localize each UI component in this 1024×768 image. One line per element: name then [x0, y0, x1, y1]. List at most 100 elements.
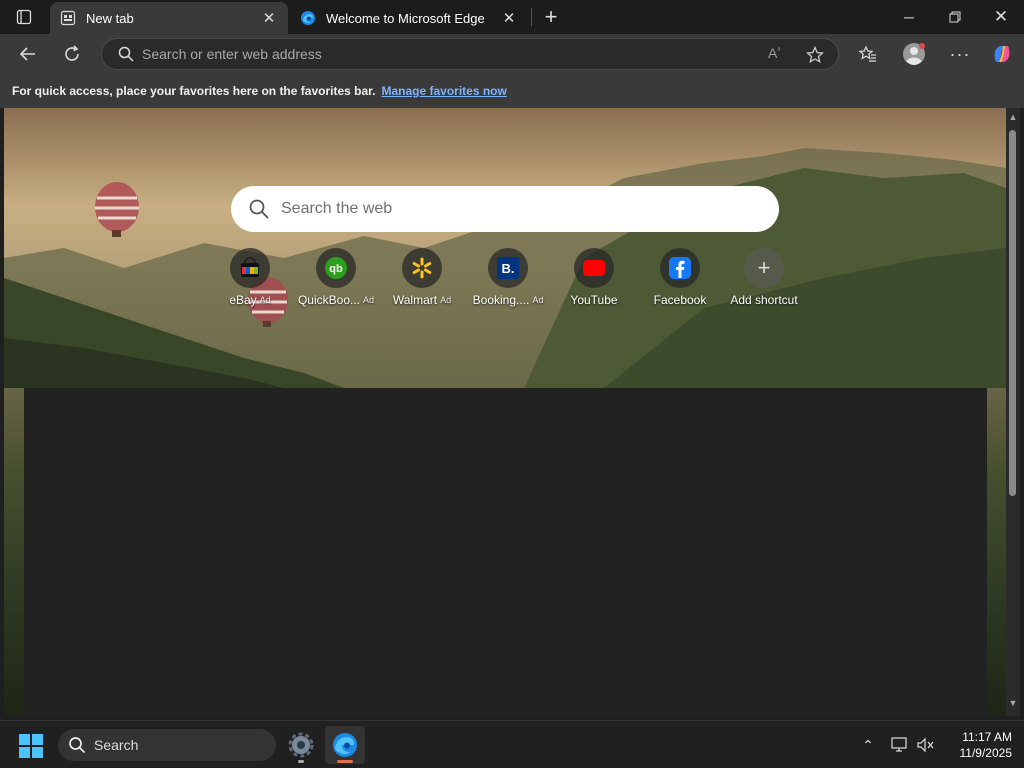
walmart-icon [402, 248, 442, 288]
refresh-button[interactable] [56, 39, 88, 69]
shortcut-label: Facebook [653, 293, 707, 307]
close-icon: ✕ [993, 7, 1009, 26]
scroll-thumb[interactable] [1009, 130, 1016, 496]
minimize-button[interactable]: ─ [886, 0, 932, 34]
taskbar-app-settings[interactable] [281, 726, 321, 764]
chevron-up-icon: ⌃ [862, 736, 874, 753]
favorites-button[interactable] [852, 39, 884, 69]
favorites-bar: For quick access, place your favorites h… [0, 74, 1024, 108]
content-feed [24, 388, 987, 716]
copilot-icon [994, 45, 1010, 63]
gear-icon [288, 732, 314, 758]
windows-logo-icon [19, 734, 43, 758]
shortcut-ebay[interactable]: eBay Ad [208, 248, 292, 308]
shortcut-label: QuickBoo... [297, 293, 360, 307]
search-icon [69, 737, 86, 754]
web-search-box[interactable] [231, 186, 779, 232]
youtube-icon [574, 248, 614, 288]
edge-icon [333, 733, 357, 757]
taskbar: Search ⌃ 11:17 AM 11/9/2025 [0, 720, 1024, 768]
volume-button[interactable] [916, 735, 936, 755]
favorite-star-icon[interactable] [806, 46, 824, 64]
restore-button[interactable] [932, 0, 978, 34]
close-icon[interactable]: ✕ [260, 9, 278, 27]
tab-actions-icon [16, 9, 32, 25]
shortcut-label: Booking.... [472, 293, 530, 307]
shortcut-label: eBay [229, 293, 257, 307]
shortcut-label: Walmart [392, 293, 438, 307]
back-arrow-icon [19, 47, 35, 61]
show-hidden-icons-button[interactable]: ⌃ [858, 735, 878, 755]
tab-new-tab[interactable]: New tab ✕ [50, 2, 288, 34]
taskbar-clock[interactable]: 11:17 AM 11/9/2025 [940, 729, 1013, 761]
restore-icon [949, 11, 961, 23]
taskbar-search[interactable]: Search [58, 729, 276, 761]
browser-window: New tab ✕ Welcome to Microsoft Edge ✕ + … [0, 0, 1024, 768]
volume-muted-icon [917, 737, 934, 753]
scroll-up-icon[interactable]: ▲ [1008, 112, 1018, 122]
refresh-icon [65, 45, 79, 61]
plus-icon: + [544, 4, 558, 29]
svg-text:qb: qb [329, 263, 343, 275]
ad-badge: Ad [363, 295, 375, 305]
taskbar-app-edge[interactable] [325, 726, 365, 764]
clock-time: 11:17 AM [962, 730, 1012, 744]
start-button[interactable] [18, 733, 44, 759]
shortcut-label: Add shortcut [730, 293, 798, 307]
ad-badge: Ad [440, 295, 452, 305]
network-status-button[interactable] [890, 735, 910, 755]
tab-title: New tab [86, 10, 134, 26]
shortcut-booking[interactable]: B. Booking.... Ad [466, 248, 550, 308]
tab-title: Welcome to Microsoft Edge [326, 10, 485, 26]
svg-text:B.: B. [502, 261, 515, 276]
clock-date: 11/9/2025 [959, 746, 1013, 760]
tab-bar: New tab ✕ Welcome to Microsoft Edge ✕ + … [0, 0, 1024, 34]
address-input[interactable] [142, 46, 742, 62]
profile-button[interactable] [898, 39, 930, 69]
more-options-icon: ··· [949, 43, 971, 64]
edge-icon [301, 11, 315, 25]
quickbooks-icon: qb [316, 248, 356, 288]
tab-actions-button[interactable] [0, 0, 48, 34]
back-button[interactable] [12, 39, 44, 69]
new-tab-button[interactable]: + [538, 4, 564, 30]
shortcut-facebook[interactable]: Facebook [638, 248, 722, 308]
avatar-icon [903, 43, 925, 65]
shortcut-label: YouTube [570, 293, 618, 307]
favorites-icon [859, 45, 876, 62]
network-icon [891, 737, 907, 752]
toolbar: Aᵃ ··· [0, 34, 1024, 74]
copilot-button[interactable] [986, 39, 1018, 69]
settings-menu-button[interactable]: ··· [944, 39, 976, 69]
new-tab-page: eBayAd qb QuickBoo...Ad WalmartAd B. Boo… [4, 108, 1006, 716]
booking-icon: B. [488, 248, 528, 288]
favorites-bar-message: For quick access, place your favorites h… [12, 84, 376, 98]
page-scrollbar[interactable]: ▲ ▼ [1006, 108, 1020, 716]
minimize-icon: ─ [904, 9, 914, 25]
taskbar-search-label: Search [94, 737, 139, 753]
web-search-input[interactable] [281, 200, 751, 218]
facebook-icon [660, 248, 700, 288]
address-bar[interactable]: Aᵃ [101, 38, 839, 70]
ad-badge: Ad [532, 295, 544, 305]
shortcut-youtube[interactable]: YouTube [552, 248, 636, 308]
search-icon [249, 199, 269, 219]
tab-welcome[interactable]: Welcome to Microsoft Edge ✕ [290, 2, 528, 34]
ebay-icon [230, 248, 270, 288]
running-indicator [298, 760, 304, 763]
manage-favorites-link[interactable]: Manage favorites now [381, 84, 506, 98]
window-close-button[interactable]: ✕ [978, 0, 1024, 34]
plus-icon: + [744, 248, 784, 288]
quick-links: eBay Ad qb QuickBoo... Ad Walmart Ad B. Boo… [222, 248, 802, 308]
add-shortcut-button[interactable]: + Add shortcut [722, 248, 806, 308]
active-indicator [337, 760, 353, 763]
shortcut-quickbooks[interactable]: qb QuickBoo... Ad [294, 248, 378, 308]
search-icon [118, 46, 134, 62]
scroll-down-icon[interactable]: ▼ [1008, 698, 1018, 708]
shortcut-walmart[interactable]: Walmart Ad [380, 248, 464, 308]
tab-separator [531, 8, 532, 26]
read-aloud-icon[interactable]: Aᵃ [768, 45, 780, 61]
ad-badge: Ad [259, 295, 271, 305]
close-icon[interactable]: ✕ [500, 9, 518, 27]
newtab-icon [60, 10, 76, 26]
